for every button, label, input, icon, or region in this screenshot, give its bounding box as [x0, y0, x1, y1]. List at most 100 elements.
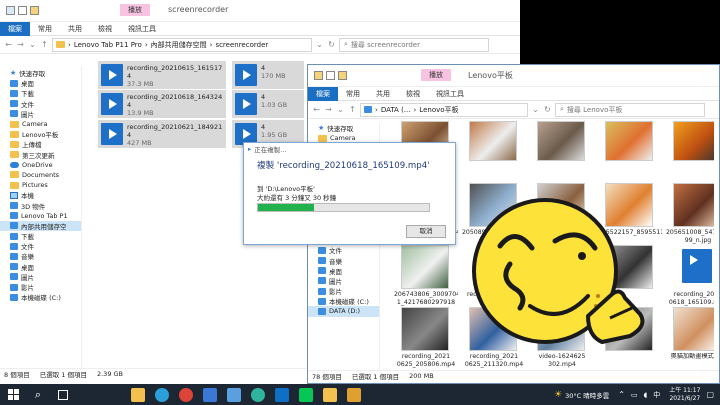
sidebar-item[interactable]: Camera — [0, 119, 81, 129]
file-explorer-icon[interactable] — [131, 387, 145, 402]
forward-arrow-icon[interactable]: → — [16, 40, 25, 49]
save-icon[interactable] — [6, 6, 15, 15]
sidebar-item[interactable]: 內部共用儲存空 — [0, 220, 81, 231]
checkbox-icon[interactable] — [18, 6, 27, 15]
sidebar-item[interactable]: 文件 — [0, 241, 81, 251]
sidebar-item[interactable]: 文件 — [0, 99, 81, 109]
task-view-icon[interactable] — [58, 389, 68, 400]
sidebar-item[interactable]: 下載 — [0, 231, 81, 241]
sidebar-item[interactable]: 下載 — [0, 88, 81, 98]
input-method-icon[interactable]: 中 — [653, 390, 660, 400]
sidebar-item[interactable]: 3D 物件 — [0, 200, 81, 211]
title-bar[interactable]: 播放 screenrecorder — [0, 0, 520, 22]
back-arrow-icon[interactable]: ← — [4, 40, 13, 49]
photo-thumbnail[interactable] — [537, 121, 585, 161]
photos-icon[interactable] — [347, 387, 361, 402]
sidebar-item[interactable]: 圖片 — [308, 276, 379, 286]
tab-file[interactable]: 檔案 — [0, 21, 30, 36]
tab-view[interactable]: 檢視 — [398, 87, 428, 101]
chevron-down-icon[interactable]: ⌄ — [28, 40, 37, 49]
sidebar-item[interactable]: 桌面 — [0, 262, 81, 272]
sidebar-item[interactable]: Documents — [0, 170, 81, 180]
refresh-icon[interactable]: ↻ — [327, 40, 336, 49]
chrome-icon[interactable] — [179, 387, 193, 402]
line-icon[interactable] — [299, 387, 313, 402]
sidebar-item[interactable]: ★ 快速存取 — [308, 123, 379, 133]
breadcrumb-item[interactable]: 內部共用儲存空間 — [151, 40, 207, 50]
breadcrumb-item[interactable]: DATA (... — [381, 106, 411, 114]
sidebar-item[interactable]: 圖片 — [0, 272, 81, 282]
sidebar-item[interactable]: 上傳檔 — [0, 139, 81, 149]
weather-icon[interactable]: ☀ — [554, 390, 562, 400]
weather-text[interactable]: 30°C 晴時多雲 — [565, 390, 609, 400]
mail-icon[interactable] — [203, 387, 217, 402]
tray-arrow-icon[interactable]: ⌃ — [618, 390, 625, 399]
tab-home[interactable]: 常用 — [338, 87, 368, 101]
tab-share[interactable]: 共用 — [60, 22, 90, 36]
video-thumbnail[interactable] — [673, 245, 714, 289]
back-arrow-icon[interactable]: ← — [312, 105, 321, 114]
file-item[interactable]: recording_20210621_184921.mp4427 MB — [98, 120, 226, 148]
tab-video-tools[interactable]: 視訊工具 — [428, 87, 472, 101]
photo-thumbnail[interactable] — [401, 245, 449, 289]
volume-icon[interactable]: ◖ — [644, 391, 648, 399]
search-icon[interactable]: ⌕ — [26, 388, 50, 402]
photo-thumbnail[interactable] — [469, 121, 517, 161]
sidebar-item[interactable]: DATA (D:) — [308, 306, 379, 317]
sidebar-item[interactable]: Pictures — [0, 180, 81, 190]
sidebar-item[interactable]: 本機磁碟 (C:) — [0, 292, 81, 302]
folder-icon[interactable] — [338, 71, 347, 80]
clock[interactable]: 上午 11:17 2021/6/27 — [669, 387, 700, 403]
title-bar[interactable]: 播放 Lenovo平板 — [308, 65, 719, 87]
sidebar-item[interactable]: Lenovo平板 — [0, 129, 81, 139]
breadcrumb-item[interactable]: screenrecorder — [215, 41, 268, 49]
context-tab-play[interactable]: 播放 — [120, 4, 150, 16]
file-item[interactable]: 4 170 MB — [232, 61, 304, 89]
tab-file[interactable]: 檔案 — [308, 86, 338, 101]
photo-thumbnail[interactable] — [401, 307, 449, 351]
breadcrumb-item[interactable]: Lenovo Tab P11 Pro — [74, 41, 142, 49]
sidebar-item[interactable]: 本機 — [0, 190, 81, 200]
sidebar-item[interactable]: 本機磁碟 (C:) — [308, 296, 379, 306]
network-icon[interactable]: ▭ — [631, 391, 638, 399]
photo-thumbnail[interactable] — [605, 121, 653, 161]
file-item[interactable]: recording_20210615_161517.mp437.3 MB — [98, 61, 226, 89]
tab-video-tools[interactable]: 視訊工具 — [120, 22, 164, 36]
tab-home[interactable]: 常用 — [30, 22, 60, 36]
search-input[interactable]: ⌕ 搜尋 Lenovo平板 — [555, 102, 705, 117]
sidebar-item[interactable]: 圖片 — [0, 109, 81, 119]
breadcrumb-item[interactable]: Lenovo平板 — [419, 105, 458, 115]
navigation-pane[interactable]: ★ 快速存取 桌面 下載 文件 圖片 Camera Lenovo平板 上傳檔 第三次更新 OneDr… — [0, 66, 82, 368]
tab-share[interactable]: 共用 — [368, 87, 398, 101]
sidebar-item[interactable]: 音樂 — [308, 255, 379, 266]
dropdown-icon[interactable]: ⌄ — [531, 105, 540, 114]
search-input[interactable]: ⌕ 搜尋 screenrecorder — [339, 37, 489, 52]
sidebar-item[interactable]: Lenovo Tab P1 — [0, 211, 81, 221]
photo-thumbnail[interactable] — [673, 307, 714, 351]
photo-thumbnail[interactable] — [673, 183, 714, 227]
edge-icon[interactable] — [251, 387, 265, 402]
folder-icon[interactable] — [30, 6, 39, 15]
address-bar[interactable]: › DATA (... › Lenovo平板 — [360, 102, 528, 117]
address-bar[interactable]: › Lenovo Tab P11 Pro › 內部共用儲存空間 › screen… — [52, 37, 312, 52]
chevron-down-icon[interactable]: ⌄ — [336, 105, 345, 114]
sidebar-item[interactable]: 文件 — [308, 245, 379, 255]
file-item[interactable]: 4 1.03 GB — [232, 90, 304, 118]
outlook-icon[interactable] — [275, 387, 289, 402]
dialog-title-bar[interactable]: ▸ 正在複製... — [244, 143, 455, 155]
sidebar-item[interactable]: 桌面 — [0, 78, 81, 88]
up-arrow-icon[interactable]: ↑ — [40, 40, 49, 49]
sidebar-item[interactable]: 第三次更新 — [0, 150, 81, 160]
edge-icon[interactable] — [155, 387, 169, 402]
checkbox-icon[interactable] — [326, 71, 335, 80]
start-button[interactable] — [0, 384, 26, 405]
sidebar-item[interactable]: 桌面 — [308, 266, 379, 276]
sidebar-item[interactable]: ★ 快速存取 — [0, 68, 81, 78]
sidebar-item[interactable]: 音樂 — [0, 251, 81, 261]
folder-icon[interactable] — [314, 71, 323, 80]
refresh-icon[interactable]: ↻ — [543, 105, 552, 114]
up-arrow-icon[interactable]: ↑ — [348, 105, 357, 114]
sidebar-item[interactable]: 影片 — [308, 286, 379, 296]
cancel-button[interactable]: 取消 — [406, 225, 446, 238]
dropdown-icon[interactable]: ⌄ — [315, 40, 324, 49]
